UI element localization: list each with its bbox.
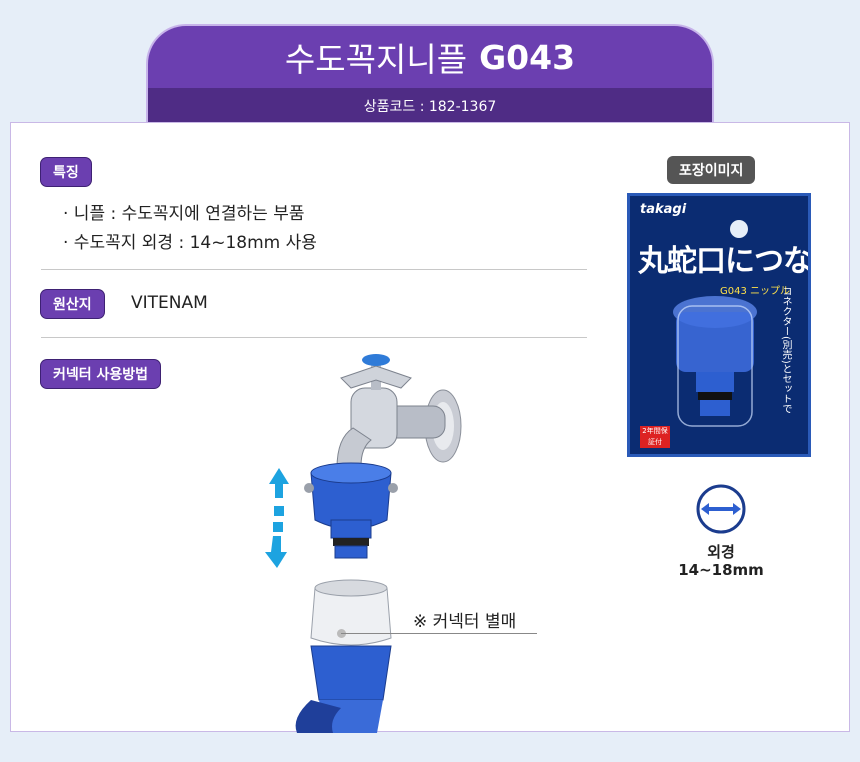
feature-item: · 니플 : 수도꼭지에 연결하는 부품 (63, 204, 305, 224)
package-side-text: コネクター(別売)とセットで (780, 286, 791, 414)
package-image: takagi 丸蛇口につなぐ G043 ニップル コネクター(別売)とセットで … (627, 193, 811, 457)
title-tab: 수도꼭지니플 G043 상품코드 : 182-1367 (146, 24, 714, 122)
page-title: 수도꼭지니플 G043 (148, 26, 712, 88)
divider (41, 337, 587, 338)
outer-diameter-title: 외경 (707, 543, 735, 561)
warranty-badge: 2年間保証付 (640, 426, 670, 448)
product-detail-card: 특징 · 니플 : 수도꼭지에 연결하는 부품 · 수도꼭지 외경 : 14~1… (10, 122, 850, 733)
product-name: 수도꼭지니플 (284, 40, 468, 79)
outer-diameter-label: 외경 14~18mm (671, 543, 771, 579)
product-code: 상품코드 : 182-1367 (148, 88, 712, 122)
package-label: 포장이미지 (667, 156, 756, 184)
brand-logo: takagi (640, 202, 687, 217)
connector-sold-separately-note: ※ 커넥터 별매 (413, 612, 517, 632)
outer-diameter-icon (696, 484, 746, 534)
divider (41, 269, 587, 270)
usage-label: 커넥터 사용방법 (41, 360, 161, 388)
features-label: 특징 (41, 158, 91, 186)
origin-label: 원산지 (41, 290, 104, 318)
package-product-image (673, 296, 757, 427)
feature-item: · 수도꼭지 외경 : 14~18mm 사용 (63, 233, 317, 253)
callout-line (341, 633, 537, 634)
faucet-connector-illustration (265, 354, 462, 733)
outer-diameter-value: 14~18mm (678, 561, 764, 579)
origin-value: VITENAM (131, 293, 208, 313)
package-headline: 丸蛇口につなぐ (638, 244, 811, 279)
model-number: G043 (479, 37, 576, 77)
